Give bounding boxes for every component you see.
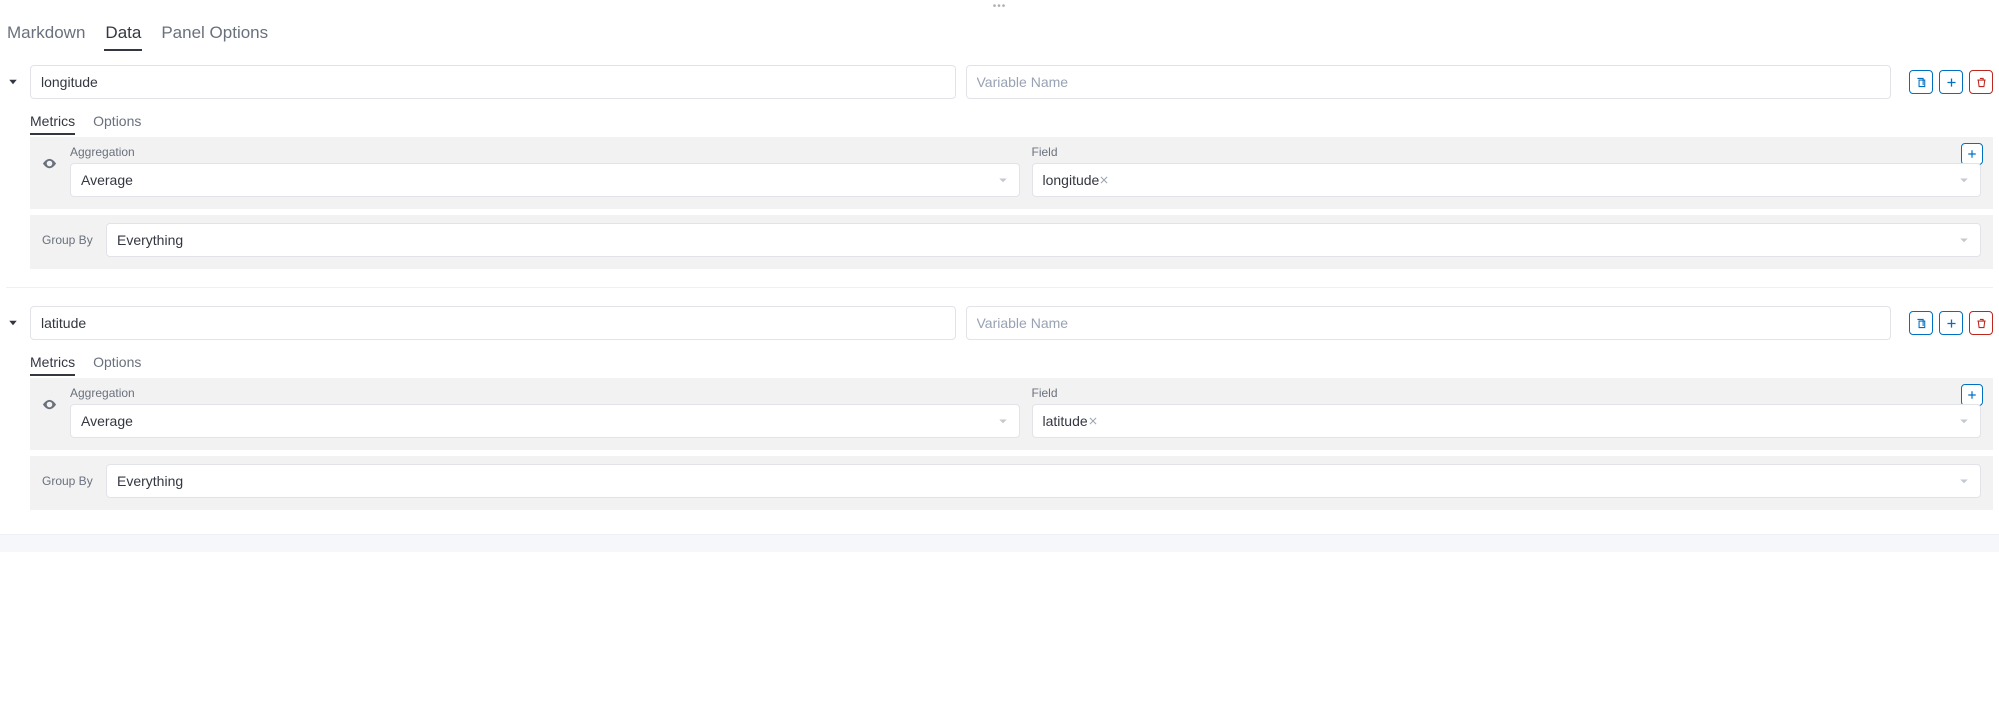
query-header — [6, 65, 1993, 99]
query-header — [6, 306, 1993, 340]
query-name-input[interactable] — [30, 306, 956, 340]
add-button[interactable] — [1939, 311, 1963, 335]
add-metric-button[interactable] — [1961, 384, 1983, 406]
query-sub-tabs: Metrics Options — [30, 113, 1993, 135]
groupby-label: Group By — [42, 233, 94, 247]
clear-icon[interactable] — [1099, 175, 1109, 185]
aggregation-value: Average — [81, 172, 133, 188]
eye-icon[interactable] — [42, 397, 58, 438]
aggregation-label: Aggregation — [70, 386, 1020, 400]
metrics-panel: Aggregation Average Field latitude — [30, 378, 1993, 450]
groupby-panel: Group By Everything — [30, 215, 1993, 269]
aggregation-select[interactable]: Average — [70, 163, 1020, 197]
sub-tab-options[interactable]: Options — [93, 354, 141, 376]
query-block: Metrics Options Aggregation Average — [6, 287, 1993, 510]
duplicate-button[interactable] — [1909, 311, 1933, 335]
groupby-select[interactable]: Everything — [106, 223, 1981, 257]
metrics-panel: Aggregation Average Field longitude — [30, 137, 1993, 209]
tab-markdown[interactable]: Markdown — [6, 19, 86, 51]
sub-tab-options[interactable]: Options — [93, 113, 141, 135]
chevron-down-icon — [997, 415, 1009, 427]
chevron-down-icon — [1958, 415, 1970, 427]
collapse-toggle[interactable] — [6, 317, 20, 329]
groupby-value: Everything — [117, 232, 183, 248]
data-tab-body: Metrics Options Aggregation Average — [0, 51, 1999, 534]
field-value: longitude — [1043, 172, 1100, 188]
field-select[interactable]: longitude — [1032, 163, 1982, 197]
groupby-panel: Group By Everything — [30, 456, 1993, 510]
tab-panel-options[interactable]: Panel Options — [160, 19, 269, 51]
query-name-input[interactable] — [30, 65, 956, 99]
groupby-label: Group By — [42, 474, 94, 488]
chevron-down-icon — [1958, 234, 1970, 246]
clear-icon[interactable] — [1088, 416, 1098, 426]
variable-name-input[interactable] — [966, 306, 1892, 340]
field-label: Field — [1032, 145, 1982, 159]
chevron-down-icon — [1958, 174, 1970, 186]
aggregation-select[interactable]: Average — [70, 404, 1020, 438]
delete-button[interactable] — [1969, 70, 1993, 94]
tab-data[interactable]: Data — [104, 19, 142, 51]
sub-tab-metrics[interactable]: Metrics — [30, 113, 75, 135]
chevron-down-icon — [997, 174, 1009, 186]
aggregation-value: Average — [81, 413, 133, 429]
add-button[interactable] — [1939, 70, 1963, 94]
query-block: Metrics Options Aggregation Average — [6, 65, 1993, 269]
query-sub-tabs: Metrics Options — [30, 354, 1993, 376]
groupby-value: Everything — [117, 473, 183, 489]
field-select[interactable]: latitude — [1032, 404, 1982, 438]
collapse-toggle[interactable] — [6, 76, 20, 88]
eye-icon[interactable] — [42, 156, 58, 197]
groupby-select[interactable]: Everything — [106, 464, 1981, 498]
delete-button[interactable] — [1969, 311, 1993, 335]
footer-spacer — [0, 534, 1999, 552]
panel-drag-handle[interactable]: ••• — [0, 0, 1999, 13]
duplicate-button[interactable] — [1909, 70, 1933, 94]
field-value: latitude — [1043, 413, 1088, 429]
aggregation-label: Aggregation — [70, 145, 1020, 159]
field-label: Field — [1032, 386, 1982, 400]
chevron-down-icon — [1958, 475, 1970, 487]
sub-tab-metrics[interactable]: Metrics — [30, 354, 75, 376]
add-metric-button[interactable] — [1961, 143, 1983, 165]
variable-name-input[interactable] — [966, 65, 1892, 99]
main-tabs: Markdown Data Panel Options — [0, 13, 1999, 51]
